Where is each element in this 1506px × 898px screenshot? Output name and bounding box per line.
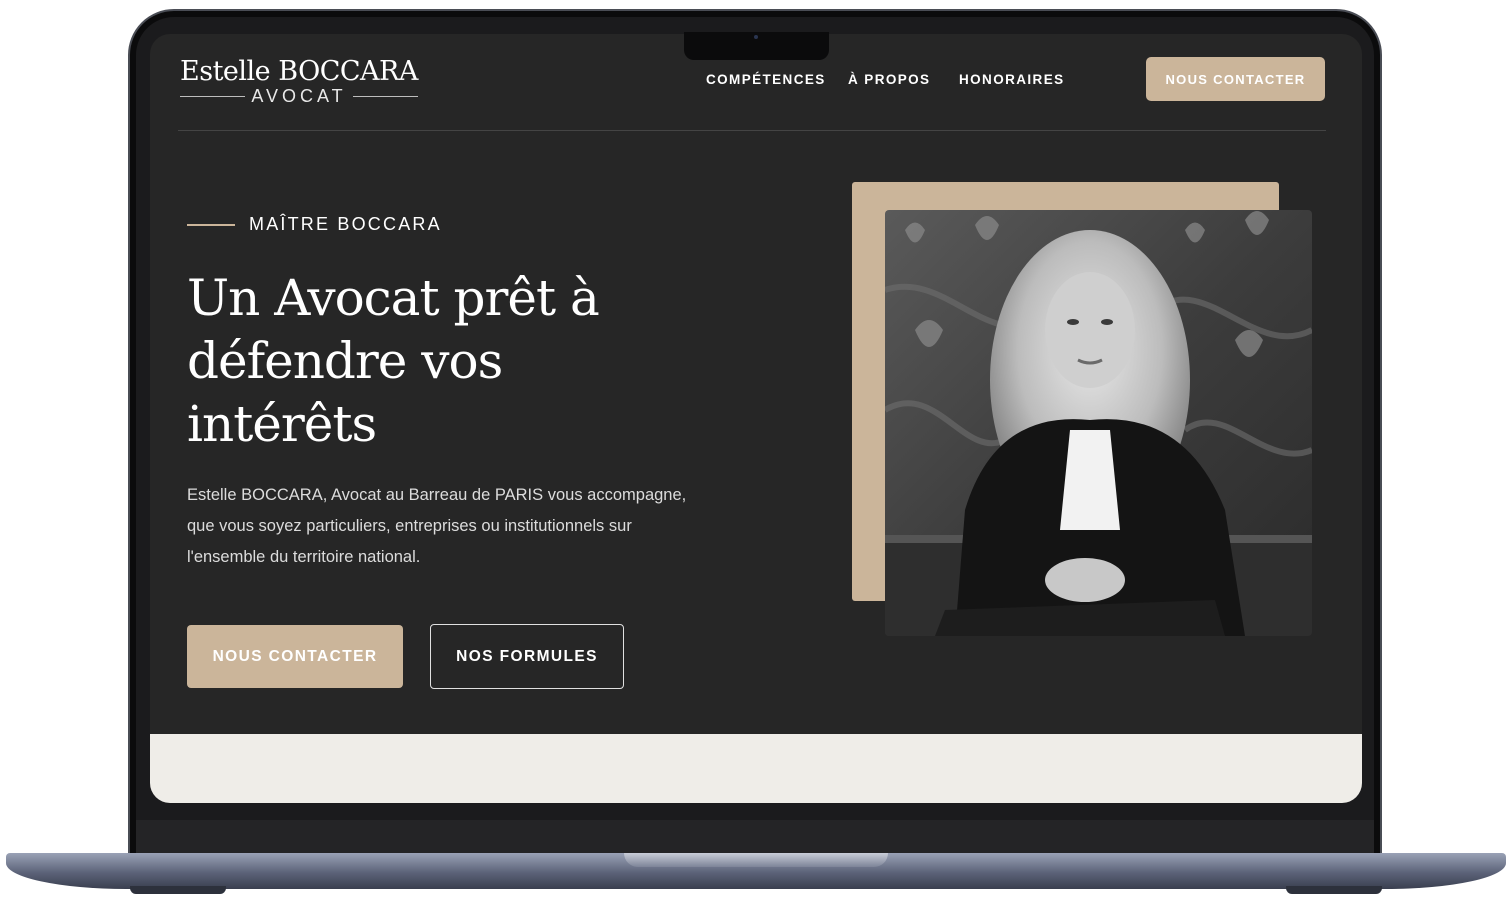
header-divider (178, 130, 1326, 131)
hero-kicker: MAÎTRE BOCCARA (187, 214, 442, 235)
logo-subtitle-text: AVOCAT (251, 86, 347, 106)
hero-contact-button[interactable]: NOUS CONTACTER (187, 625, 403, 688)
intro-line-2: que vous soyez particuliers, entreprises… (187, 517, 632, 535)
portrait-illustration (885, 210, 1312, 636)
site-logo[interactable]: Estelle BOCCARA AVOCAT (180, 56, 418, 106)
laptop-opening-notch (624, 853, 888, 867)
logo-divider-right (352, 95, 418, 97)
nav-item-honoraires[interactable]: HONORAIRES (959, 72, 1065, 87)
hero-headline: Un Avocat prêt à défendre vos intérêts (187, 267, 707, 456)
headline-line-2: défendre vos (187, 332, 503, 390)
kicker-line (187, 223, 235, 226)
lawyer-portrait-photo (885, 210, 1312, 636)
kicker-text: MAÎTRE BOCCARA (249, 214, 442, 234)
laptop-bezel (136, 820, 1374, 856)
camera-notch (684, 32, 829, 60)
hero-intro: Estelle BOCCARA, Avocat au Barreau de PA… (187, 480, 727, 573)
next-section-strip (150, 734, 1362, 803)
laptop-foot-right (1286, 886, 1382, 894)
intro-line-3: l'ensemble du territoire national. (187, 548, 421, 566)
website-screen: Estelle BOCCARA AVOCAT COMPÉTENCES À PRO… (150, 34, 1362, 803)
camera-dot-icon (754, 35, 758, 39)
nav-item-competences[interactable]: COMPÉTENCES (706, 72, 826, 87)
laptop-mockup: Estelle BOCCARA AVOCAT COMPÉTENCES À PRO… (0, 0, 1506, 898)
hero-formules-button[interactable]: NOS FORMULES (430, 624, 624, 689)
intro-line-1: Estelle BOCCARA, Avocat au Barreau de PA… (187, 486, 687, 504)
laptop-foot-left (130, 886, 226, 894)
logo-subtitle: AVOCAT (180, 86, 418, 106)
headline-line-3: intérêts (187, 395, 377, 453)
nav-item-a-propos[interactable]: À PROPOS (848, 72, 930, 87)
headline-line-1: Un Avocat prêt à (187, 269, 600, 327)
logo-name: Estelle BOCCARA (180, 56, 418, 87)
header-contact-button[interactable]: NOUS CONTACTER (1146, 57, 1325, 101)
logo-divider-left (180, 95, 246, 97)
